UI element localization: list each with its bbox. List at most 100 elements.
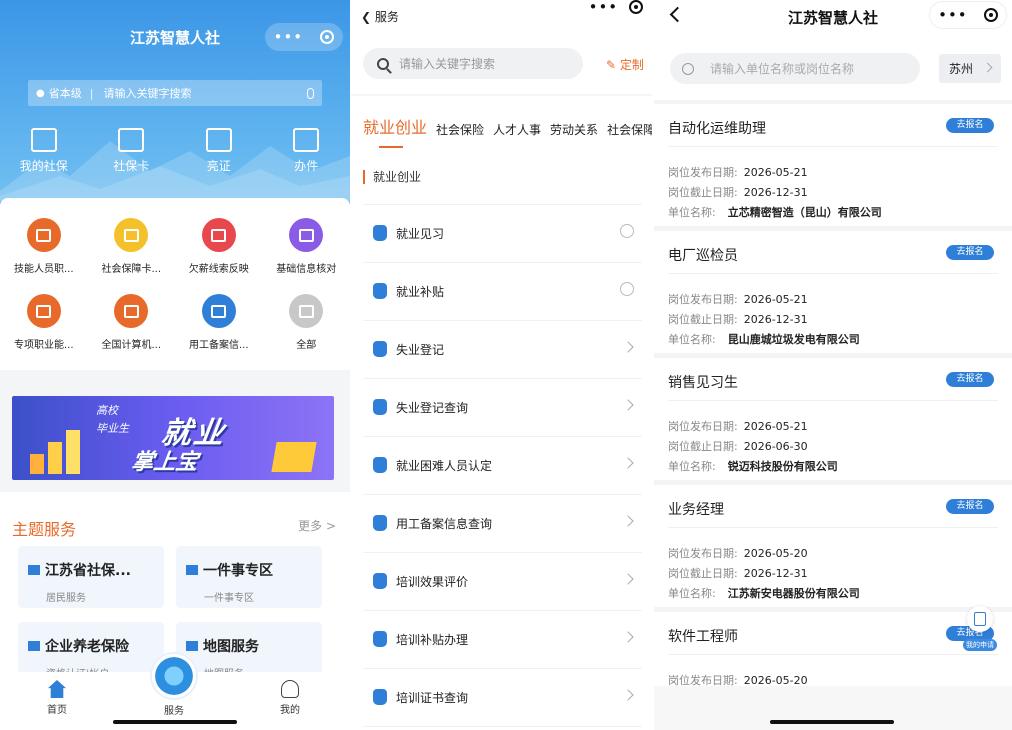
service-body: 就业创业社会保险人才人事劳动关系社会保障卡 就业创业 就业见习就业补贴失业登记失… (351, 96, 652, 730)
category-tab[interactable]: 社会保障卡 (607, 121, 652, 138)
service-grid-item[interactable]: 用工备案信... (175, 294, 263, 370)
service-list-item[interactable]: 就业补贴 (363, 263, 642, 320)
service-grid: 技能人员职... 社会保障卡... 欠薪线索反映 基础信息核对专项职业能... 全国计算… (0, 198, 350, 370)
quick-my-social-insurance[interactable]: 我的社保 (0, 128, 88, 174)
tab-mine[interactable]: 我的 (260, 680, 320, 716)
service-grid-item[interactable]: 技能人员职... (0, 218, 88, 294)
job-search-input[interactable]: 请输入单位名称或岗位名称 (670, 53, 920, 84)
service-list-item[interactable]: 就业见习 (363, 205, 642, 262)
mini-program-capsule[interactable]: ••• (583, 0, 649, 20)
field-label: 岗位发布日期: (668, 293, 738, 306)
service-label: 欠薪线索反映 (188, 264, 249, 275)
my-application-button[interactable]: 我的申请 (960, 606, 1000, 654)
mini-program-capsule[interactable]: ••• (929, 1, 1007, 29)
service-list: 就业见习就业补贴失业登记失业登记查询 就业困难人员认定 用工备案信息查询 培训效果评价… (363, 204, 642, 727)
job-card[interactable]: 自动化运维助理 去报名 岗位发布日期: 2026-05-21 岗位截止日期: 2026-1… (654, 104, 1012, 226)
expand-circle-icon[interactable] (620, 282, 634, 296)
quick-handle-matters[interactable]: 办件 (263, 128, 351, 174)
quick-entry-row: 我的社保 社保卡 亮证 办件 (0, 128, 350, 174)
service-search-input[interactable]: 请输入关键字搜索 (363, 48, 583, 79)
region-selector[interactable]: 省本级 (49, 85, 82, 101)
search-input[interactable]: 请输入关键字搜索 (103, 85, 307, 101)
service-label: 用工备案信... (188, 340, 249, 351)
tab-home[interactable]: 首页 (27, 680, 87, 716)
category-tab[interactable]: 人才人事 (493, 121, 541, 138)
job-list-screen: 江苏智慧人社 ••• 请输入单位名称或岗位名称 苏州 自动化运维助理 去报名 岗位发… (654, 0, 1012, 730)
service-list-item[interactable]: 培训证书查询 (363, 669, 642, 726)
more-icon[interactable]: ••• (274, 29, 304, 45)
city-selector[interactable]: 苏州 (939, 54, 1001, 83)
service-list-item[interactable]: 失业登记查询 (363, 379, 642, 436)
service-grid-item[interactable]: 社会保障卡... (88, 218, 176, 294)
apply-button[interactable]: 去报名 (946, 118, 994, 133)
service-item-label: 就业补贴 (396, 284, 445, 299)
close-target-icon[interactable] (983, 8, 998, 22)
field-label: 单位名称: (668, 460, 716, 473)
banner-deco (271, 442, 317, 472)
theme-card-sub: 居民服务 (46, 593, 86, 604)
service-item-label: 失业登记 (396, 342, 445, 357)
category-tab[interactable]: 就业创业 (363, 114, 427, 138)
employment-banner[interactable]: 高校 毕业生 就业 掌上宝 (12, 396, 334, 480)
home-icon (48, 680, 66, 698)
field-label: 岗位发布日期: (668, 166, 738, 179)
service-list-item[interactable]: 培训补贴办理 (363, 611, 642, 668)
service-list-item[interactable]: 就业困难人员认定 (363, 437, 642, 494)
portrait-icon (186, 565, 198, 575)
publish-date: 2026-05-21 (743, 166, 808, 179)
job-title: 销售见习生 (668, 375, 738, 391)
service-grid-item[interactable]: 专项职业能... (0, 294, 88, 370)
service-grid-card: 技能人员职... 社会保障卡... 欠薪线索反映 基础信息核对专项职业能... 全国计算… (0, 198, 350, 370)
service-center-button[interactable] (152, 654, 196, 698)
service-grid-item[interactable]: 全国计算机... (88, 294, 176, 370)
service-grid-item[interactable]: 基础信息核对 (263, 218, 351, 294)
service-list-item[interactable]: 失业登记 (363, 321, 642, 378)
edit-document-icon (293, 128, 320, 152)
job-card[interactable]: 电厂巡检员 去报名 岗位发布日期: 2026-05-21 岗位截止日期: 2026-12-… (654, 231, 1012, 353)
theme-card-social-security[interactable]: 江苏省社保... 居民服务 (18, 546, 164, 608)
back-button[interactable]: ❮ 服务 (361, 8, 399, 25)
customize-button[interactable]: ✎ 定制 (606, 56, 644, 73)
divider (668, 654, 998, 655)
service-header: ❮ 服务 ••• 请输入关键字搜索 ✎ 定制 (351, 0, 652, 94)
field-label: 岗位截止日期: (668, 440, 738, 453)
apply-button[interactable]: 去报名 (946, 372, 994, 387)
company-row: 单位名称: 立芯精密智造（昆山）有限公司 (668, 204, 882, 220)
close-target-icon[interactable] (320, 30, 335, 44)
home-indicator (113, 720, 237, 724)
quick-show-id[interactable]: 亮证 (175, 128, 263, 174)
home-screen: 江苏智慧人社 ••• ● 省本级 | 请输入关键字搜索 我的社保 社保卡 亮证 … (0, 0, 350, 730)
service-label: 专项职业能... (13, 340, 74, 351)
qr-code-icon (118, 128, 145, 152)
category-tab[interactable]: 社会保险 (436, 121, 484, 138)
close-target-icon[interactable] (629, 0, 644, 14)
mini-program-capsule[interactable]: ••• (265, 23, 343, 51)
more-icon[interactable]: ••• (589, 0, 619, 15)
service-list-item[interactable]: 用工备案信息查询 (363, 495, 642, 552)
deadline-date: 2026-12-31 (743, 567, 808, 580)
theme-card-one-thing[interactable]: 一件事专区 一件事专区 (176, 546, 322, 608)
search-bar[interactable]: ● 省本级 | 请输入关键字搜索 (28, 80, 322, 106)
banner-bar (30, 454, 44, 474)
service-grid-item[interactable]: 全部 (263, 294, 351, 370)
job-card[interactable]: 业务经理 去报名 岗位发布日期: 2026-05-20 岗位截止日期: 2026-12-3… (654, 485, 1012, 607)
tab-label: 首页 (47, 705, 67, 716)
home-indicator (770, 720, 894, 724)
apply-button[interactable]: 去报名 (946, 499, 994, 514)
quick-social-card[interactable]: 社保卡 (88, 128, 176, 174)
theme-card-title: 企业养老保险 (45, 639, 129, 655)
tab-service[interactable]: 服务 (144, 702, 204, 717)
microphone-icon[interactable] (307, 87, 314, 99)
service-list-item[interactable]: 培训效果评价 (363, 553, 642, 610)
more-icon[interactable]: ••• (938, 7, 968, 23)
chevron-right-icon (622, 689, 634, 701)
service-screen: ❮ 服务 ••• 请输入关键字搜索 ✎ 定制 就业创业 社会保险 人才人事 劳动关系社… (351, 0, 652, 730)
job-card[interactable]: 销售见习生 去报名 岗位发布日期: 2026-05-21 岗位截止日期: 2026-06-… (654, 358, 1012, 480)
service-grid-item[interactable]: 欠薪线索反映 (175, 218, 263, 294)
search-icon (377, 57, 389, 70)
category-tab[interactable]: 劳动关系 (550, 121, 598, 138)
more-link[interactable]: 更多 > (298, 517, 336, 534)
apply-button[interactable]: 去报名 (946, 245, 994, 260)
expand-circle-icon[interactable] (620, 224, 634, 238)
back-label: 服务 (374, 10, 399, 24)
